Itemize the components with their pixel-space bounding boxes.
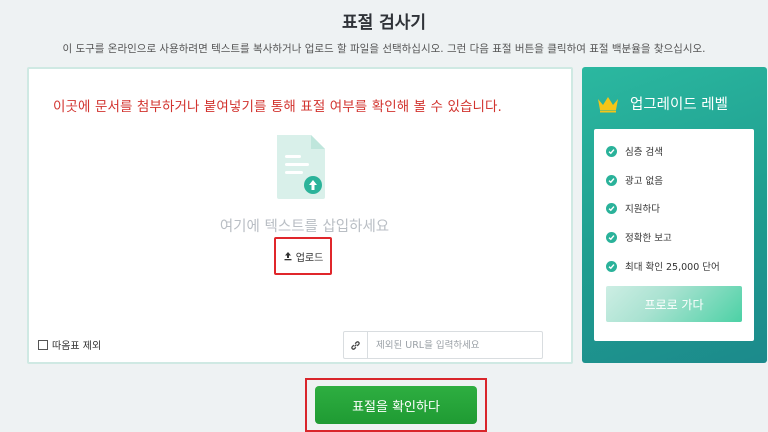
page-title: 표절 검사기 bbox=[341, 13, 427, 33]
check-button-highlight: 표절을 확인하다 bbox=[305, 378, 487, 432]
upgrade-header: 업그레이드 레벨 bbox=[596, 93, 728, 114]
upgrade-title: 업그레이드 레벨 bbox=[630, 97, 728, 113]
features-card: 심층 검색 광고 없음 지원하다 정확한 보고 최대 확인 25,000 단어 … bbox=[594, 129, 754, 341]
notice-text: 이곳에 문서를 첨부하거나 붙여넣기를 통해 표절 여부를 확인해 볼 수 있습… bbox=[53, 99, 502, 115]
feature-label: 지원하다 bbox=[625, 204, 660, 215]
feature-item: 최대 확인 25,000 단어 bbox=[606, 259, 720, 273]
upload-label: 업로드 bbox=[295, 252, 324, 264]
exclude-url-field[interactable] bbox=[343, 331, 543, 359]
feature-label: 정확한 보고 bbox=[625, 233, 672, 244]
go-pro-button[interactable]: 프로로 가다 bbox=[606, 286, 742, 322]
feature-label: 최대 확인 25,000 단어 bbox=[625, 262, 720, 273]
document-upload-icon bbox=[277, 135, 325, 199]
check-icon bbox=[606, 145, 617, 157]
exclude-url-input[interactable] bbox=[368, 339, 538, 351]
crown-icon bbox=[598, 96, 618, 112]
check-plagiarism-button[interactable]: 표절을 확인하다 bbox=[315, 386, 477, 424]
feature-item: 정확한 보고 bbox=[606, 230, 672, 244]
feature-label: 광고 없음 bbox=[625, 176, 663, 187]
exclude-quotes-label: 따옴표 제외 bbox=[52, 341, 102, 352]
upload-icon bbox=[284, 252, 292, 261]
check-icon bbox=[606, 202, 617, 214]
text-input-placeholder[interactable]: 여기에 텍스트를 삽입하세요 bbox=[29, 215, 575, 236]
feature-label: 심층 검색 bbox=[625, 147, 663, 158]
upgrade-panel: 업그레이드 레벨 심층 검색 광고 없음 지원하다 정확한 보고 최대 확인 2… bbox=[582, 67, 767, 363]
checkbox-box[interactable] bbox=[38, 339, 48, 350]
feature-item: 광고 없음 bbox=[606, 173, 663, 187]
check-icon bbox=[606, 174, 617, 186]
page-subtitle: 이 도구를 온라인으로 사용하려면 텍스트를 복사하거나 업로드 할 파일을 선… bbox=[62, 43, 706, 55]
text-editor-area[interactable]: 이곳에 문서를 첨부하거나 붙여넣기를 통해 표절 여부를 확인해 볼 수 있습… bbox=[27, 67, 573, 364]
feature-item: 지원하다 bbox=[606, 201, 660, 215]
check-icon bbox=[606, 260, 617, 272]
link-icon bbox=[344, 332, 368, 358]
exclude-quotes-checkbox[interactable]: 따옴표 제외 bbox=[38, 337, 101, 352]
check-icon bbox=[606, 231, 617, 243]
feature-item: 심층 검색 bbox=[606, 144, 663, 158]
upload-button[interactable]: 업로드 bbox=[274, 237, 332, 275]
